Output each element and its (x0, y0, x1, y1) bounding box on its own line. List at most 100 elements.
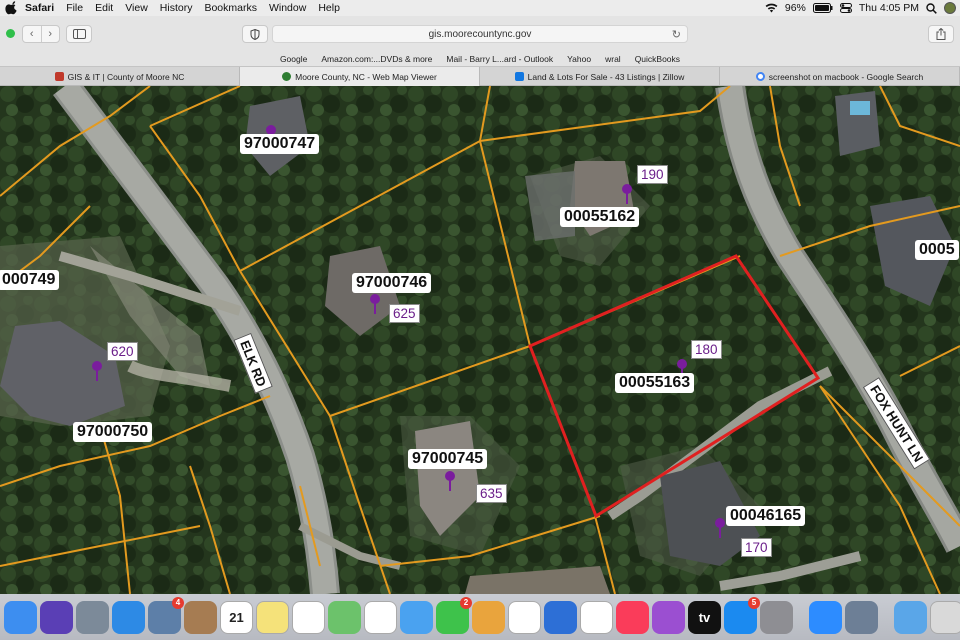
menu-bar: Safari File Edit View History Bookmarks … (0, 0, 960, 16)
gis-favicon-icon (54, 72, 64, 81)
favorites-bar: Google Amazon.com:...DVDs & more Mail - … (0, 52, 960, 66)
trash-icon[interactable] (930, 600, 960, 634)
forward-chevron-icon[interactable]: › (42, 26, 60, 42)
address-label: 190 (637, 165, 668, 184)
menu-bookmarks[interactable]: Bookmarks (198, 0, 263, 16)
reload-icon[interactable]: ↻ (672, 28, 681, 41)
address-bar[interactable]: gis.moorecountync.gov ↻ (272, 25, 688, 43)
keynote-pen-icon[interactable] (472, 600, 505, 634)
privacy-shield-icon (250, 28, 260, 40)
preview-icon[interactable]: 4 (148, 596, 184, 634)
menu-view[interactable]: View (119, 0, 154, 16)
tv-icon[interactable]: tv (688, 600, 721, 634)
favorite-google[interactable]: Google (280, 54, 307, 64)
music-icon[interactable] (616, 600, 649, 634)
siri-icon[interactable] (40, 600, 73, 634)
menu-history[interactable]: History (154, 0, 199, 16)
navigation-buttons: ‹ › (22, 25, 60, 43)
notes-icon[interactable] (256, 600, 289, 634)
sidebar-toggle-button[interactable] (66, 25, 92, 43)
favorite-wral[interactable]: wral (605, 54, 621, 64)
map-viewer-favicon-icon (282, 72, 292, 81)
tab-zillow[interactable]: Land & Lots For Sale - 43 Listings | Zil… (480, 67, 720, 86)
safari-toolbar: ‹ › gis.moorecountync.gov ↻ (0, 16, 960, 52)
tab-label: Land & Lots For Sale - 43 Listings | Zil… (527, 71, 685, 82)
menu-help[interactable]: Help (312, 0, 346, 16)
window-zoom-button[interactable] (6, 29, 15, 38)
screen: Safari File Edit View History Bookmarks … (0, 0, 960, 640)
favorite-amazon[interactable]: Amazon.com:...DVDs & more (321, 54, 432, 64)
reminders-icon[interactable] (292, 600, 325, 634)
tab-gis[interactable]: GIS & IT | County of Moore NC (0, 67, 240, 86)
notefile-icon[interactable] (184, 600, 217, 634)
sidebar-icon (72, 29, 86, 39)
menu-file[interactable]: File (60, 0, 89, 16)
tab-bar: GIS & IT | County of Moore NC Moore Coun… (0, 66, 960, 86)
privacy-report-button[interactable] (242, 25, 268, 43)
tab-label: GIS & IT | County of Moore NC (67, 71, 185, 82)
wifi-icon[interactable] (765, 3, 778, 13)
tab-label: screenshot on macbook - Google Search (768, 71, 924, 82)
calendar-icon[interactable]: 21 (220, 600, 253, 634)
parcel-id-label[interactable]: 97000745 (408, 449, 488, 469)
address-label: 180 (691, 340, 722, 359)
address-label: 625 (389, 304, 420, 323)
back-chevron-icon[interactable]: ‹ (23, 26, 42, 42)
tab-google-search[interactable]: screenshot on macbook - Google Search (720, 67, 960, 86)
favorite-yahoo[interactable]: Yahoo (567, 54, 591, 64)
dock-icon-text: tv (698, 609, 711, 625)
zillow-favicon-icon (514, 72, 524, 81)
map-viewer[interactable]: 97000747 00055162 97000746 000749 000551… (0, 86, 960, 594)
battery-icon[interactable] (812, 3, 833, 13)
parcel-id-label[interactable]: 00055163 (615, 373, 695, 393)
dock: 4 21 2 tv 5 (0, 594, 960, 640)
parcel-id-label[interactable]: 00055162 (560, 207, 640, 227)
safari-icon[interactable] (112, 600, 145, 634)
parcel-id-label[interactable]: 00046165 (726, 506, 806, 526)
image-capture-icon[interactable] (845, 600, 878, 634)
podcasts-icon[interactable] (652, 600, 685, 634)
downloads-folder-icon[interactable] (894, 600, 927, 634)
facetime-icon[interactable]: 2 (436, 596, 472, 634)
menu-app[interactable]: Safari (19, 0, 60, 16)
menu-window[interactable]: Window (263, 0, 312, 16)
dock-icon-text: 21 (229, 609, 244, 625)
zoom-icon[interactable] (809, 600, 842, 634)
parcel-id-label[interactable]: 000749 (0, 270, 60, 290)
menu-clock[interactable]: Thu 4:05 PM (859, 0, 919, 16)
messages-bubble-icon[interactable] (400, 600, 433, 634)
notification-badge: 2 (460, 596, 472, 609)
launchpad-icon[interactable] (76, 600, 109, 634)
status-area: 96% Thu 4:05 PM (765, 0, 956, 16)
news-icon[interactable] (580, 600, 613, 634)
spotlight-search-icon[interactable] (926, 2, 937, 14)
app-store-icon[interactable]: 5 (724, 596, 760, 634)
tab-label: Moore County, NC - Web Map Viewer (295, 71, 437, 82)
finder-icon[interactable] (4, 600, 37, 634)
keynote-icon[interactable] (544, 600, 577, 634)
maps-icon[interactable] (328, 600, 361, 634)
numbers-icon[interactable] (508, 600, 541, 634)
favorite-mail[interactable]: Mail - Barry L...ard - Outlook (446, 54, 553, 64)
address-label: 635 (476, 484, 507, 503)
parcel-id-label[interactable]: 97000746 (352, 273, 432, 293)
photos-icon[interactable] (364, 600, 397, 634)
address-label: 620 (107, 342, 138, 361)
notification-badge: 4 (172, 596, 184, 609)
share-icon (936, 28, 946, 40)
google-favicon-icon (755, 72, 765, 81)
system-preferences-icon[interactable] (760, 600, 793, 634)
apple-menu-icon[interactable] (5, 1, 19, 15)
favorite-quickbooks[interactable]: QuickBooks (635, 54, 680, 64)
parcel-id-label[interactable]: 97000750 (73, 422, 153, 442)
parcel-id-label[interactable]: 97000747 (240, 134, 320, 154)
control-center-icon[interactable] (839, 3, 852, 13)
user-avatar[interactable] (944, 2, 956, 14)
tab-map-viewer[interactable]: Moore County, NC - Web Map Viewer (240, 67, 480, 86)
url-text: gis.moorecountync.gov (428, 28, 532, 40)
share-button[interactable] (928, 25, 954, 43)
parcel-id-label[interactable]: 0005 (915, 240, 959, 260)
notification-badge: 5 (748, 596, 760, 609)
menu-edit[interactable]: Edit (89, 0, 119, 16)
address-label: 170 (741, 538, 772, 557)
